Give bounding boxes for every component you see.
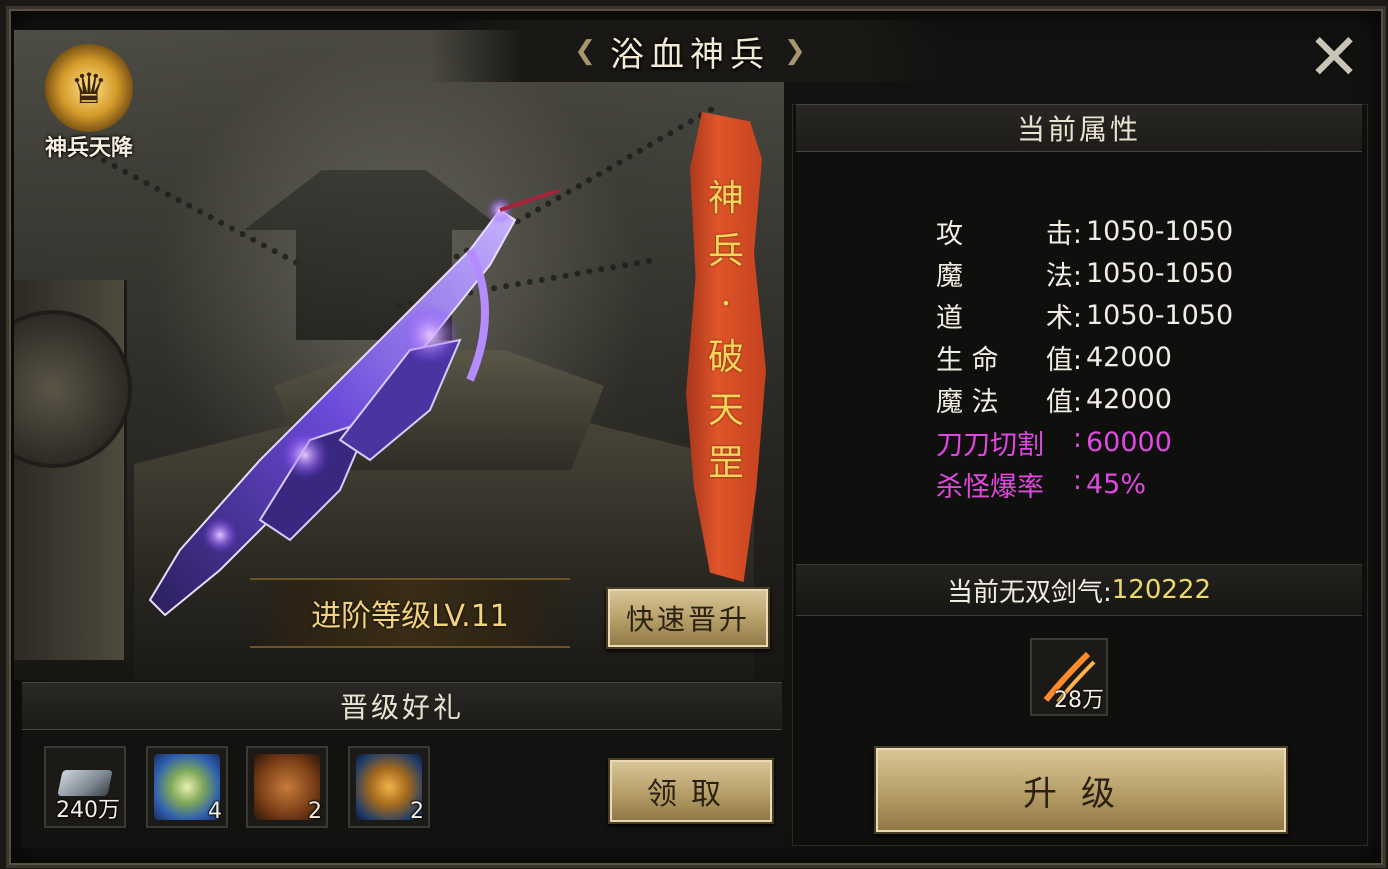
banner-char: · — [720, 284, 732, 325]
gift-item-qty: 240万 — [56, 798, 120, 823]
golden-crest-icon: ♛ — [45, 44, 133, 132]
banner-char: 破 — [707, 337, 744, 378]
gift-item-slot[interactable]: 240万 — [44, 746, 126, 828]
attribute-label: 魔法: — [936, 260, 1082, 292]
banner-char: 罡 — [707, 443, 744, 484]
window-title: 浴血神兵 — [610, 34, 770, 75]
gift-item-qty: 4 — [208, 799, 222, 824]
attribute-section-header: 当前属性 — [796, 104, 1362, 152]
banner-char: 兵 — [707, 231, 744, 272]
badge-label: 神兵天降 — [44, 135, 133, 161]
close-button[interactable]: ✕ — [1304, 21, 1364, 95]
title-ornament-right-icon: ❯ — [784, 36, 806, 66]
banner-char: 天 — [707, 390, 744, 431]
attribute-row-special: 杀怪爆率: 45% — [936, 463, 1316, 505]
advance-level-bar: 进阶等级LV.11 — [250, 578, 570, 648]
upgrade-cost-slot[interactable]: 28万 — [1030, 638, 1108, 716]
gift-item-qty: 2 — [308, 799, 322, 824]
attribute-value: 42000 — [1086, 342, 1172, 374]
attribute-label: 道术: — [936, 302, 1082, 334]
sword-qi-bar: 当前无双剑气: 120222 — [796, 564, 1362, 616]
attribute-row: 道术: 1050-1050 — [936, 294, 1316, 336]
attribute-value: 45% — [1086, 468, 1147, 500]
close-x-icon: ✕ — [1307, 21, 1361, 95]
attribute-row: 生 命值: 42000 — [936, 337, 1316, 379]
sword-qi-label: 当前无双剑气: — [946, 577, 1112, 608]
upgrade-button[interactable]: 升级 — [874, 746, 1288, 834]
upgrade-cost-qty: 28万 — [1054, 688, 1104, 713]
claim-button[interactable]: 领取 — [608, 758, 774, 824]
gift-item-slot[interactable]: 4 — [146, 746, 228, 828]
attribute-label: 魔 法值: — [936, 387, 1082, 419]
attribute-value: 1050-1050 — [1086, 257, 1234, 289]
title-bar: ❮ 浴血神兵 ❯ — [430, 20, 950, 82]
attribute-value: 60000 — [1086, 426, 1172, 458]
attribute-row-special: 刀刀切割: 60000 — [936, 421, 1316, 463]
quick-upgrade-button[interactable]: 快速晋升 — [606, 587, 770, 649]
attribute-value: 1050-1050 — [1086, 299, 1234, 331]
gift-section-header: 晋级好礼 — [22, 682, 782, 730]
gift-item-slot[interactable]: 2 — [246, 746, 328, 828]
attribute-label: 杀怪爆率: — [936, 464, 1082, 503]
attribute-value: 1050-1050 — [1086, 215, 1234, 247]
attribute-row: 攻击: 1050-1050 — [936, 210, 1316, 252]
advance-level-text: 进阶等级LV.11 — [311, 599, 509, 634]
banner-char: 神 — [707, 178, 744, 219]
attribute-row: 魔 法值: 42000 — [936, 379, 1316, 421]
sword-qi-value: 120222 — [1111, 575, 1212, 605]
attribute-list: 攻击: 1050-1050 魔法: 1050-1050 道术: 1050-105… — [936, 210, 1316, 505]
attribute-row: 魔法: 1050-1050 — [936, 252, 1316, 294]
attribute-label: 攻击: — [936, 218, 1082, 250]
title-ornament-left-icon: ❮ — [574, 36, 596, 66]
event-badge[interactable]: ♛ 神兵天降 — [24, 44, 154, 164]
gift-item-slot[interactable]: 2 — [348, 746, 430, 828]
attribute-label: 刀刀切割: — [936, 422, 1082, 461]
attribute-label: 生 命值: — [936, 345, 1082, 377]
weapon-image — [148, 190, 561, 617]
attribute-value: 42000 — [1086, 384, 1172, 416]
gift-item-qty: 2 — [410, 799, 424, 824]
